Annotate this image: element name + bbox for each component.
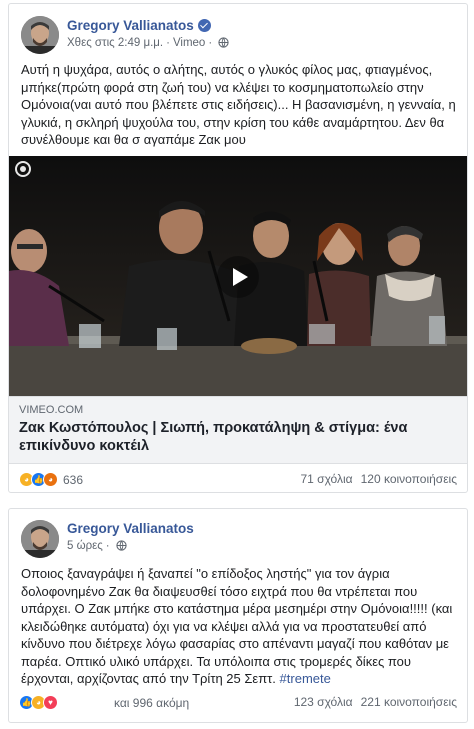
- post-card-1: Gregory Vallianatos Χθες στις 2:49 μ.μ. ·…: [8, 3, 468, 493]
- comments-count[interactable]: 123 σχόλια: [294, 695, 353, 709]
- post-stats: 👍 ◕ ♥ και 996 ακόμη 123 σχόλια 221 κοινοπ…: [19, 695, 457, 715]
- post-time[interactable]: 5 ώρες: [67, 540, 103, 552]
- hashtag-link[interactable]: #tremete: [280, 671, 331, 686]
- video-thumbnail[interactable]: [9, 156, 467, 396]
- link-domain: VIMEO.COM: [19, 404, 84, 416]
- vimeo-record-icon: [15, 161, 31, 177]
- post-meta: Χθες στις 2:49 μ.μ. · Vimeo ·: [67, 37, 229, 49]
- link-preview[interactable]: VIMEO.COM Ζακ Κωστόπουλος | Σιωπή, προκα…: [9, 396, 467, 464]
- globe-icon: [218, 37, 229, 48]
- post-card-2: Gregory Vallianatos 5 ώρες · Οποιος ξαναγ…: [8, 508, 468, 723]
- comments-count[interactable]: 71 σχόλια: [300, 472, 352, 486]
- post-text: Οποιος ξαναγράψει ή ξαναπεί "ο επίδοξος …: [21, 566, 453, 686]
- globe-icon: [115, 540, 127, 551]
- reaction-count[interactable]: και 996 ακόμη: [114, 696, 189, 710]
- reactions-summary[interactable]: 👍 ◕ ♥ και 996 ακόμη: [19, 695, 189, 710]
- post-text: Αυτή η ψυχάρα, αυτός ο αλήτης, αυτός ο γ…: [21, 62, 456, 147]
- post-source[interactable]: Vimeo: [173, 37, 205, 49]
- post-time[interactable]: Χθες στις 2:49 μ.μ.: [67, 37, 163, 49]
- author-avatar[interactable]: [21, 520, 59, 558]
- love-reaction-icon: ♥: [43, 695, 58, 710]
- reactions-summary[interactable]: ◕ 👍 ◕ 636: [19, 472, 83, 487]
- author-avatar[interactable]: [21, 16, 59, 54]
- author-name[interactable]: Gregory Vallianatos: [67, 18, 211, 33]
- shares-count[interactable]: 221 κοινοποιήσεις: [361, 695, 457, 709]
- post-stats: ◕ 👍 ◕ 636 71 σχόλια 120 κοινοποιήσεις: [19, 472, 457, 492]
- post-meta: 5 ώρες ·: [67, 540, 127, 552]
- shares-count[interactable]: 120 κοινοποιήσεις: [361, 472, 457, 486]
- angry-reaction-icon: ◕: [43, 472, 58, 487]
- author-name[interactable]: Gregory Vallianatos: [67, 521, 194, 536]
- verified-badge-icon: [197, 19, 211, 32]
- play-icon[interactable]: [217, 256, 259, 298]
- link-title[interactable]: Ζακ Κωστόπουλος | Σιωπή, προκατάληψη & σ…: [19, 419, 457, 455]
- reaction-count[interactable]: 636: [63, 473, 83, 487]
